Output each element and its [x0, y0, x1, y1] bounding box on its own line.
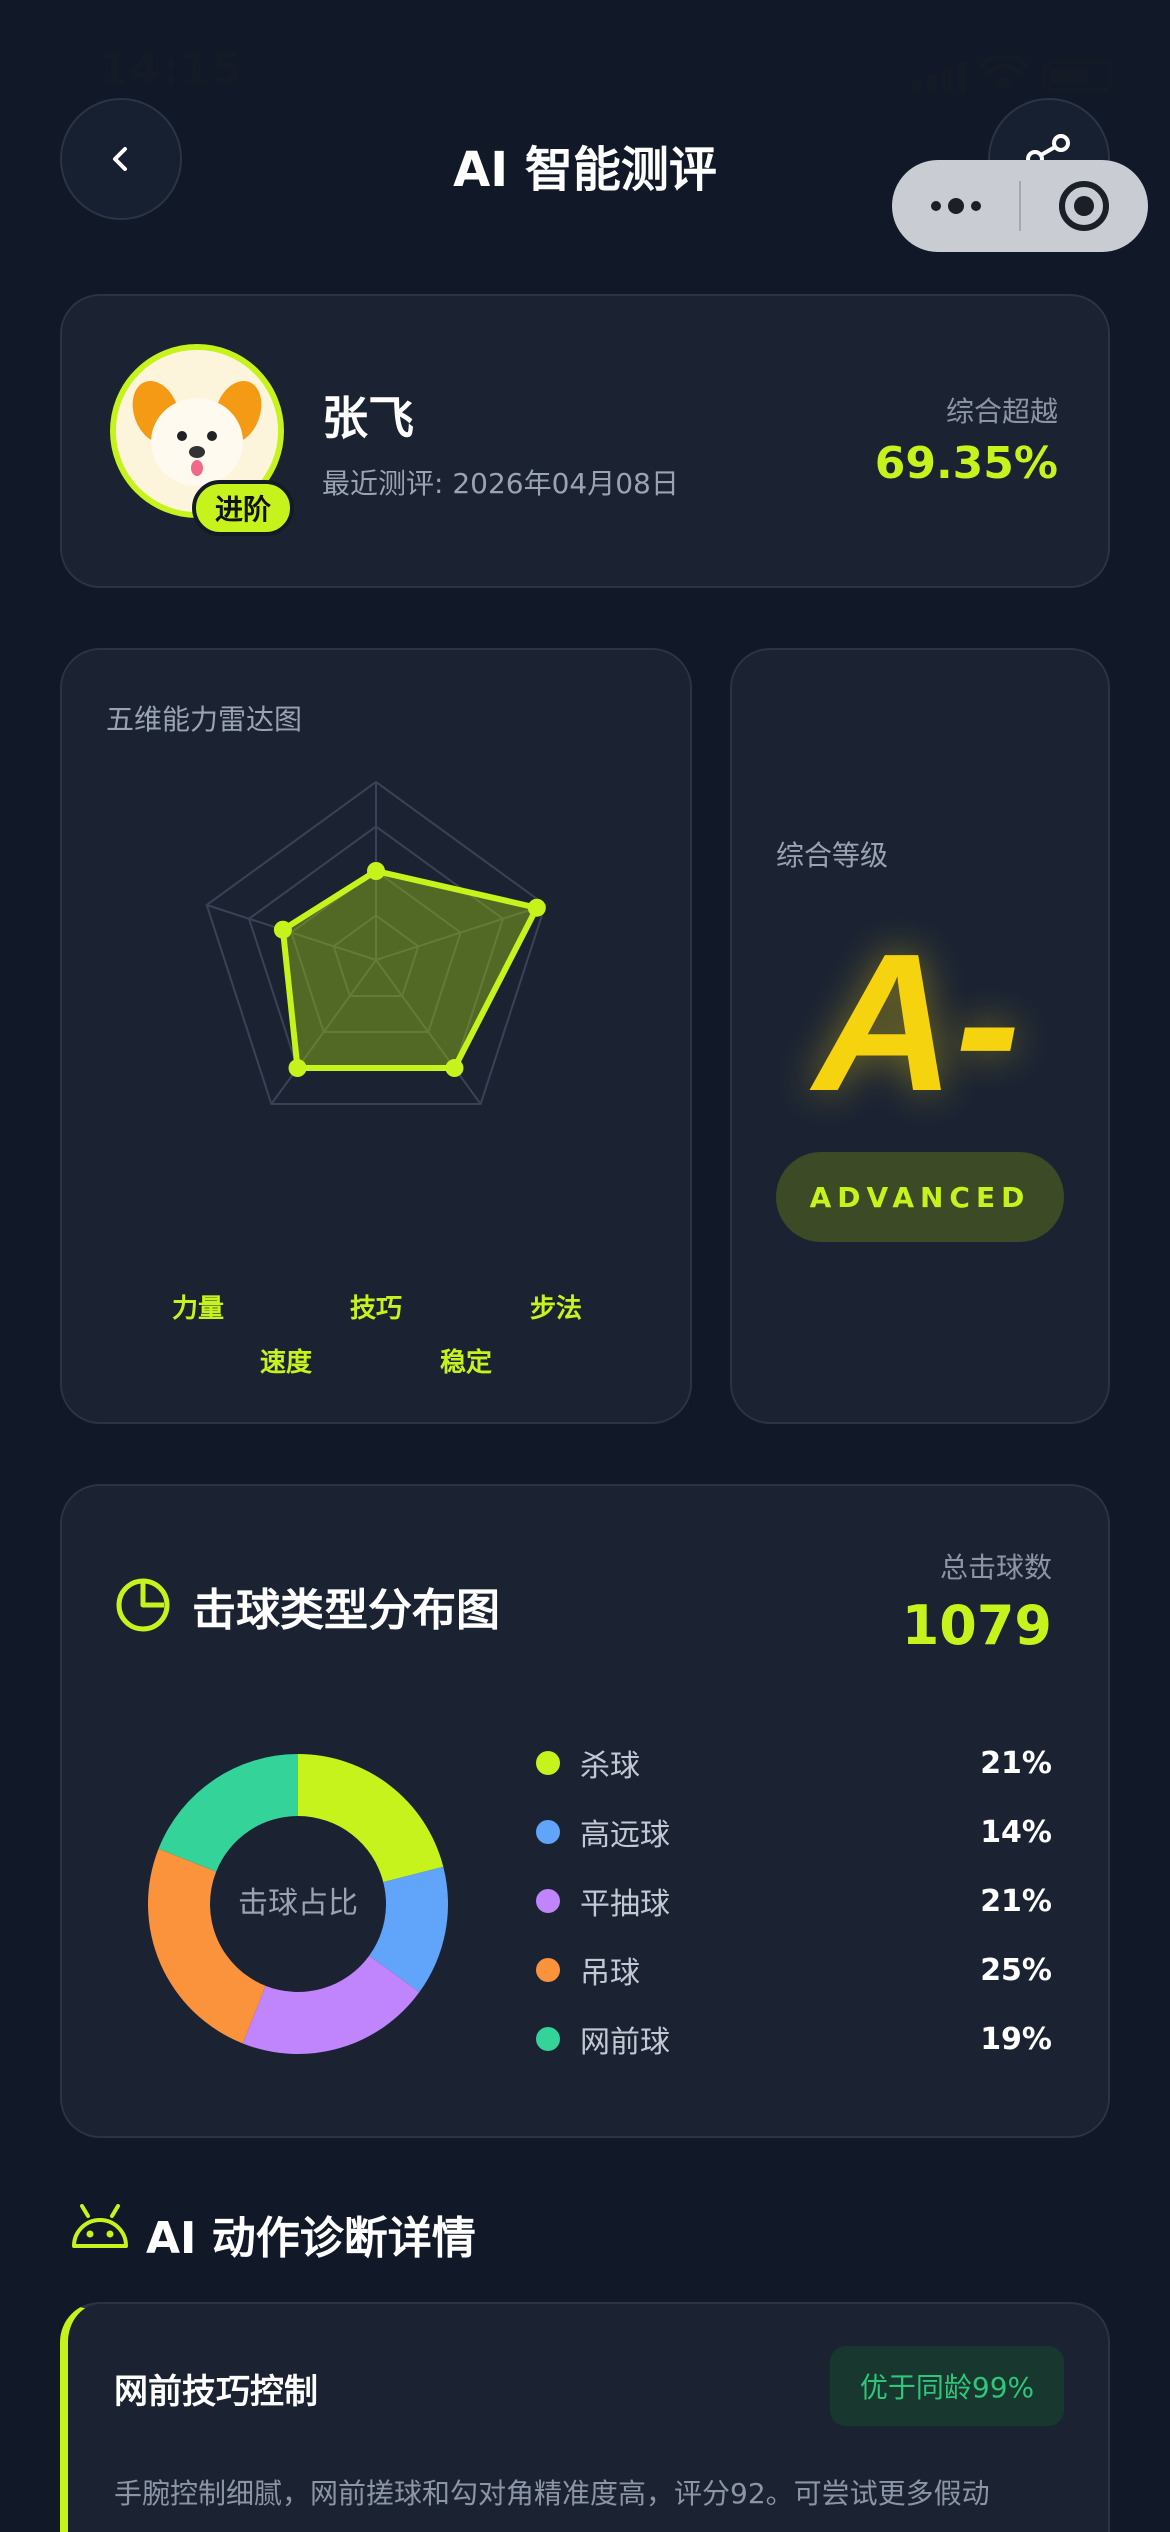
radar-axis-label-speed: 速度 — [259, 1348, 312, 1378]
close-mini-program-button[interactable] — [1021, 160, 1148, 252]
legend-value: 14% — [980, 1814, 1052, 1850]
legend-dot — [536, 1820, 560, 1844]
grade-label: 综合等级 — [776, 839, 889, 872]
radar-value-point — [367, 862, 385, 880]
total-strokes-value: 1079 — [901, 1594, 1052, 1657]
radar-value-point — [273, 920, 292, 939]
legend-dot — [536, 2027, 560, 2051]
robot-icon — [72, 2204, 128, 2248]
grade-letter: A- — [813, 913, 1021, 1132]
more-dots-icon — [930, 198, 981, 214]
diagnosis-item-desc: 手腕控制细腻，网前搓球和勾对角精准度高，评分92。可尝试更多假动 — [114, 2477, 990, 2510]
radar-axis-label-footwork: 步法 — [529, 1294, 582, 1324]
grade-tier-badge: ADVANCED — [776, 1152, 1064, 1242]
battery-icon — [1042, 60, 1112, 92]
radar-axis-label-power: 力量 — [171, 1294, 224, 1324]
legend-item: 吊球 25% — [536, 1945, 1052, 1995]
legend-dot — [536, 1751, 560, 1775]
donut-slice-5 — [158, 1754, 298, 1872]
radar-title: 五维能力雷达图 — [106, 703, 303, 736]
legend-label: 吊球 — [580, 1956, 640, 1991]
diagnosis-item-title: 网前技巧控制 — [114, 2372, 318, 2412]
level-badge: 进阶 — [192, 480, 294, 536]
signal-icon — [912, 62, 966, 92]
last-test-date: 最近测评: 2026年04月08日 — [322, 467, 679, 500]
beat-value: 69.35% — [874, 438, 1058, 489]
legend-value: 21% — [980, 1883, 1052, 1919]
legend-dot — [536, 1958, 560, 1982]
radar-axis-label-stability: 稳定 — [439, 1348, 492, 1378]
pie-chart-icon — [116, 1578, 170, 1632]
wifi-icon — [980, 56, 1028, 90]
donut-center-label: 击球占比 — [238, 1886, 358, 1921]
radar-chart — [205, 780, 547, 1106]
distribution-title: 击球类型分布图 — [192, 1585, 500, 1636]
legend-item: 网前球 19% — [536, 2014, 1052, 2064]
status-time: 14:15 — [98, 44, 244, 95]
legend-item: 高远球 14% — [536, 1807, 1052, 1857]
legend-label: 平抽球 — [580, 1887, 670, 1922]
legend-dot — [536, 1889, 560, 1913]
beat-label: 综合超越 — [945, 395, 1058, 428]
radar-value-point — [288, 1059, 307, 1078]
mini-program-capsule — [892, 160, 1148, 252]
legend-item: 杀球 21% — [536, 1738, 1052, 1788]
radar-value-area — [279, 868, 540, 1072]
more-button[interactable] — [892, 160, 1019, 252]
legend-item: 平抽球 21% — [536, 1876, 1052, 1926]
legend-label: 网前球 — [580, 2025, 670, 2060]
legend-label: 高远球 — [580, 1818, 670, 1853]
legend-label: 杀球 — [580, 1749, 640, 1784]
radar-axis-label-technique: 技巧 — [349, 1294, 402, 1324]
radar-value-point — [527, 898, 546, 917]
diagnosis-section-title: AI 动作诊断详情 — [146, 2213, 476, 2264]
legend-value: 25% — [980, 1952, 1052, 1988]
total-strokes-label: 总击球数 — [939, 1551, 1052, 1584]
diagnosis-item-badge: 优于同龄99% — [830, 2346, 1064, 2426]
legend-value: 19% — [980, 2021, 1052, 2057]
legend-value: 21% — [980, 1745, 1052, 1781]
user-name: 张飞 — [322, 391, 414, 445]
target-close-icon — [1059, 181, 1110, 231]
radar-value-point — [445, 1059, 464, 1078]
donut-slice-1 — [298, 1754, 444, 1883]
status-icons — [912, 56, 1112, 92]
